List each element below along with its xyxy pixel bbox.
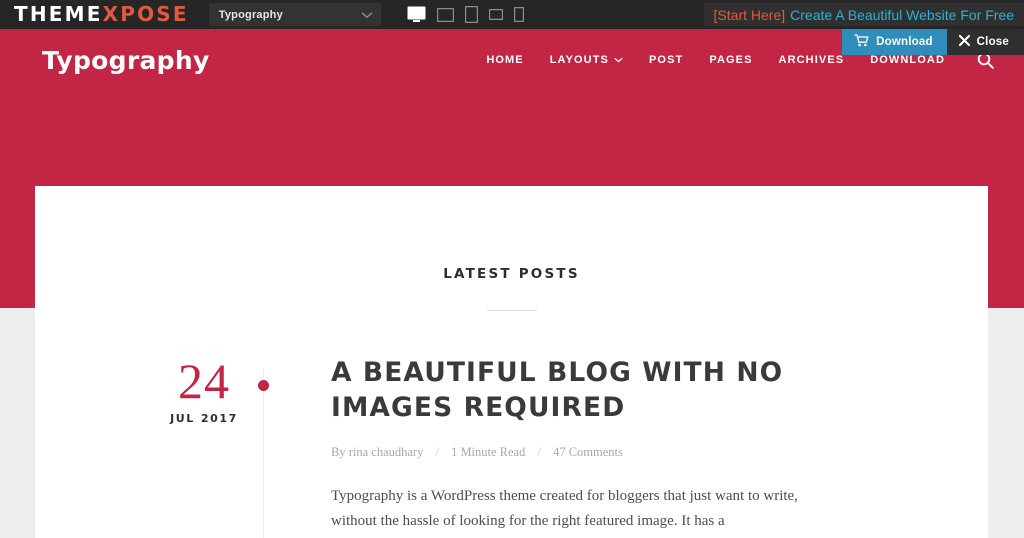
desktop-icon[interactable]: [407, 6, 426, 23]
post-date: 24 JUL 2017: [145, 355, 263, 534]
post-title[interactable]: A BEAUTIFUL BLOG WITH NO IMAGES REQUIRED: [331, 355, 801, 425]
themexpose-admin-bar: THEMEXPOSE Typography [Start Here] Creat…: [0, 0, 1024, 29]
close-button-label: Close: [976, 36, 1009, 48]
mobile-landscape-icon[interactable]: [488, 9, 503, 20]
meta-separator: /: [537, 445, 541, 459]
nav-item-layouts[interactable]: LAYOUTS: [550, 54, 623, 66]
nav-item-label: LAYOUTS: [549, 54, 609, 66]
timeline-line: [263, 369, 264, 538]
nav-item-label: ARCHIVES: [778, 54, 845, 66]
section-divider: [486, 310, 537, 311]
post-excerpt: Typography is a WordPress theme created …: [331, 488, 798, 529]
meta-separator: /: [435, 445, 439, 459]
cart-icon: [854, 34, 869, 50]
timeline-dot: [258, 380, 269, 391]
post-comments-count[interactable]: 47 Comments: [553, 445, 623, 459]
theme-select[interactable]: Typography: [208, 3, 381, 26]
nav-item-archives[interactable]: ARCHIVES: [779, 54, 845, 66]
promo-banner[interactable]: [Start Here] Create A Beautiful Website …: [703, 3, 1024, 26]
post-body: A BEAUTIFUL BLOG WITH NO IMAGES REQUIRED…: [331, 355, 801, 534]
nav-item-label: PAGES: [709, 54, 753, 66]
latest-posts-section: LATEST POSTS: [35, 186, 988, 311]
post-meta: By rina chaudhary / 1 Minute Read / 47 C…: [331, 445, 801, 460]
post-date-year: 2017: [200, 412, 238, 425]
content-card: LATEST POSTS 24 JUL 2017 A BEAUTIFUL BLOG…: [35, 186, 988, 538]
promo-start-label: [Start Here]: [713, 6, 786, 23]
post-list-item: 24 JUL 2017 A BEAUTIFUL BLOG WITH NO IMAG…: [35, 355, 988, 538]
nav-item-label: DOWNLOAD: [870, 54, 945, 66]
post-author[interactable]: By rina chaudhary: [331, 445, 423, 459]
tablet-portrait-icon[interactable]: [464, 6, 478, 23]
post-read-time: 1 Minute Read: [451, 445, 526, 459]
post-date-day: 24: [178, 353, 230, 409]
download-button-label: Download: [876, 36, 933, 48]
close-button[interactable]: Close: [946, 29, 1024, 55]
post-date-month-year: JUL 2017: [145, 412, 263, 425]
mobile-portrait-icon[interactable]: [513, 7, 524, 22]
themexpose-logo[interactable]: THEMEXPOSE: [14, 0, 189, 29]
theme-select-value: Typography: [218, 8, 283, 21]
promo-rest-label: Create A Beautiful Website For Free: [790, 6, 1014, 23]
nav-item-label: HOME: [486, 54, 524, 66]
device-preview-switcher: [407, 6, 524, 23]
nav-item-pages[interactable]: PAGES: [709, 54, 752, 66]
chevron-down-icon: [614, 54, 623, 66]
logo-text-primary: THEME: [14, 2, 103, 26]
close-icon: [958, 34, 970, 49]
nav-item-download[interactable]: DOWNLOAD: [870, 54, 945, 66]
post-date-month: JUL: [170, 412, 195, 425]
admin-action-buttons: Download Close: [0, 29, 1024, 55]
logo-text-accent: XPOSE: [102, 2, 189, 26]
chevron-down-icon: [361, 6, 373, 24]
nav-item-home[interactable]: HOME: [486, 54, 523, 66]
nav-item-label: POST: [648, 54, 684, 66]
nav-item-post[interactable]: POST: [649, 54, 683, 66]
tablet-landscape-icon[interactable]: [436, 7, 454, 22]
download-button[interactable]: Download: [842, 29, 947, 55]
section-heading: LATEST POSTS: [443, 266, 580, 282]
